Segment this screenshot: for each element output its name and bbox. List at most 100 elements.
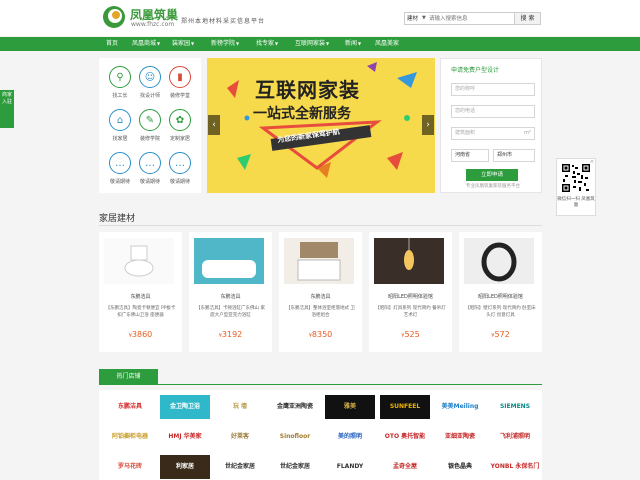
chevron-down-icon: ▼ [190, 41, 195, 46]
shop-logo[interactable]: 雅美 [325, 395, 375, 419]
nav-label: 首页 [105, 40, 118, 47]
shop-logo[interactable]: SIEMENS [490, 395, 540, 419]
shop-logo[interactable]: 孟奇全屋 [380, 455, 430, 479]
shop-logo[interactable]: YONBL 永保名门 [490, 455, 540, 479]
tab-hot-shops[interactable]: 热门店铺 [99, 369, 158, 384]
header-slogan: 郑州本地材料采买信息平台 [181, 18, 266, 25]
quick-service-item[interactable]: ☺ 找设计师 [135, 66, 165, 106]
product-description[interactable]: 【东鹏洁具】陶瓷卡顿便宜 PP板卡扣广东佛山卫浴 座便器 [105, 306, 176, 319]
nav-item-mall[interactable]: 凤凰商城▼ [128, 37, 164, 51]
quick-service-label: 敬请期待 [109, 179, 130, 185]
product-card[interactable]: 东鹏洁具 【东鹏洁具】卡顿浴缸广东佛山 家庭大户型亚克力浴缸 ¥3192 [189, 232, 272, 352]
product-description[interactable]: 【昭阳】壁灯系列 现代简约 卧室床头灯 创意灯具 [465, 306, 536, 319]
merchant-join-tab[interactable]: 商家入驻 [0, 90, 14, 128]
coming-soon-icon: … [109, 152, 131, 174]
banner-prev-arrow-icon[interactable]: ‹ [208, 115, 220, 135]
shop-logo[interactable]: 美美Meiling [435, 395, 485, 419]
nav-item-academy[interactable]: 新榜学院▼ [206, 37, 244, 51]
nav-item-meijia[interactable]: 凤凰美家 [370, 37, 404, 51]
product-price: ¥525 [369, 330, 452, 339]
nav-item-home[interactable]: 首页 [100, 37, 124, 51]
province-value: 河南省 [455, 152, 471, 158]
shop-logo[interactable]: 金卫陶卫浴 [160, 395, 210, 419]
hero-banner[interactable]: 互联网家装 一站式全新服务 为您的新家保驾护航 ‹ › [207, 58, 435, 193]
chevron-down-icon: ▼ [325, 41, 330, 46]
shop-logo[interactable]: 美的照明 [325, 425, 375, 449]
quick-service-item[interactable]: ▮ 装修学堂 [165, 66, 195, 106]
search-input[interactable] [429, 14, 515, 24]
quick-service-item[interactable]: ⌂ 找家居 [105, 109, 135, 149]
site-header: 凤凰筑巢 www.fhzc.com 郑州本地材料采买信息平台 建材 ▼ 搜 索 [0, 0, 640, 36]
shop-logo[interactable]: OTO 奥托智能 [380, 425, 430, 449]
shop-logo[interactable]: 亚细亚陶瓷 [435, 425, 485, 449]
area-field[interactable]: 建筑面积 m² [451, 127, 535, 140]
product-brand: 东鹏洁具 [310, 294, 331, 300]
shop-logo[interactable]: 好莱客 [215, 425, 265, 449]
nav-label: 凤凰美家 [374, 40, 399, 47]
shop-logo[interactable]: HMJ 华美家 [160, 425, 210, 449]
shop-logo[interactable]: Sinofloor [270, 425, 320, 449]
shop-logo[interactable]: 世纪金家居 [270, 455, 320, 479]
shop-logo[interactable]: 阿铂橱柜电器 [105, 425, 155, 449]
product-card[interactable]: 昭阳LED照明体验馆 【昭阳】壁灯系列 现代简约 卧室床头灯 创意灯具 ¥572 [459, 232, 542, 352]
banner-title: 互联网家装 [255, 78, 360, 102]
shop-logo[interactable]: 金鹰亚洲陶瓷 [270, 395, 320, 419]
banner-next-arrow-icon[interactable]: › [422, 115, 434, 135]
shop-logo[interactable]: 玩 墙 [215, 395, 265, 419]
nav-label: 互联网家装 [294, 40, 325, 47]
quick-service-item[interactable]: … 敬请期待 [165, 152, 195, 192]
quick-service-label: 装修学堂 [169, 93, 190, 99]
product-image[interactable] [374, 238, 444, 284]
nav-item-news[interactable]: 新闻▼ [342, 37, 364, 51]
region-selects: 河南省 郑州市 [451, 149, 535, 162]
free-design-form: 申请免费户型设计 您的称呼 您的电话 建筑面积 m² 河南省 郑州市 立即申请 … [440, 58, 542, 193]
shop-logo[interactable]: 银色晶典 [435, 455, 485, 479]
shop-logo[interactable]: FLANDY [325, 455, 375, 479]
chevron-down-icon: ▼ [235, 41, 240, 46]
shop-logo[interactable]: 飞利浦照明 [490, 425, 540, 449]
shop-logo[interactable]: 利家居 [160, 455, 210, 479]
product-image[interactable] [284, 238, 354, 284]
province-select[interactable]: 河南省 [451, 149, 489, 162]
search-worker-icon: ⚲ [109, 66, 131, 88]
logo-url: www.fhzc.com [131, 21, 175, 28]
logo-icon[interactable] [102, 5, 126, 29]
shop-logo[interactable]: 世纪金家居 [215, 455, 265, 479]
city-select[interactable]: 郑州市 [493, 149, 535, 162]
quick-service-item[interactable]: … 敬请期待 [135, 152, 165, 192]
nav-item-home-garden[interactable]: 装家园▼ [168, 37, 198, 51]
shop-logo[interactable]: SUNFEEL [380, 395, 430, 419]
quick-service-label: 找设计师 [139, 93, 160, 99]
product-description[interactable]: 【东鹏洁具】整体浴室柜落地式 卫浴柜组合 [285, 306, 356, 319]
section-divider [99, 225, 542, 226]
product-card[interactable]: 东鹏洁具【东鹏洁具】整体浴室柜落地式 卫浴柜组合 ¥8350 [279, 232, 362, 352]
search-button[interactable]: 搜 索 [514, 13, 540, 24]
shop-logo[interactable]: 罗马花砖 [105, 455, 155, 479]
product-card[interactable]: 东鹏洁具 【东鹏洁具】陶瓷卡顿便宜 PP板卡扣广东佛山卫浴 座便器 ¥3860 [99, 232, 182, 352]
nav-label: 装家园 [171, 40, 190, 47]
quick-service-item[interactable]: ✿ 定制家居 [165, 109, 195, 149]
product-card[interactable]: 昭阳LED照明体验馆 【昭阳】灯具系列 现代简约 餐吊灯 艺术灯 ¥525 [369, 232, 452, 352]
main-nav: 首页 凤凰商城▼ 装家园▼ 新榜学院▼ 找专家▼ 互联网家装▼ 新闻▼ 凤凰美家 [0, 37, 640, 51]
section-title: 家居建材 [99, 214, 136, 224]
quick-service-item[interactable]: ✎ 装修学院 [135, 109, 165, 149]
product-description[interactable]: 【昭阳】灯具系列 现代简约 餐吊灯 艺术灯 [375, 306, 446, 319]
product-image[interactable] [104, 238, 174, 284]
quick-service-item[interactable]: ⚲ 找工长 [105, 66, 135, 106]
nav-item-internet-decoration[interactable]: 互联网家装▼ [290, 37, 334, 51]
product-price: ¥8350 [279, 330, 362, 339]
shop-logo[interactable]: 东鹏洁具 [105, 395, 155, 419]
product-image[interactable] [194, 238, 264, 284]
chevron-down-icon: ▼ [357, 41, 362, 46]
city-value: 郑州市 [497, 152, 513, 158]
phone-field[interactable]: 您的电话 [451, 105, 535, 118]
product-image[interactable] [464, 238, 534, 284]
quick-service-item[interactable]: … 敬请期待 [105, 152, 135, 192]
nav-item-experts[interactable]: 找专家▼ [252, 37, 282, 51]
name-field[interactable]: 您的称呼 [451, 83, 535, 96]
hot-shops-divider [99, 384, 542, 385]
nav-label: 找专家 [255, 40, 274, 47]
search-type-select[interactable]: 建材 [407, 14, 418, 22]
submit-button[interactable]: 立即申请 [466, 169, 518, 181]
product-description[interactable]: 【东鹏洁具】卡顿浴缸广东佛山 家庭大户型亚克力浴缸 [195, 306, 266, 319]
